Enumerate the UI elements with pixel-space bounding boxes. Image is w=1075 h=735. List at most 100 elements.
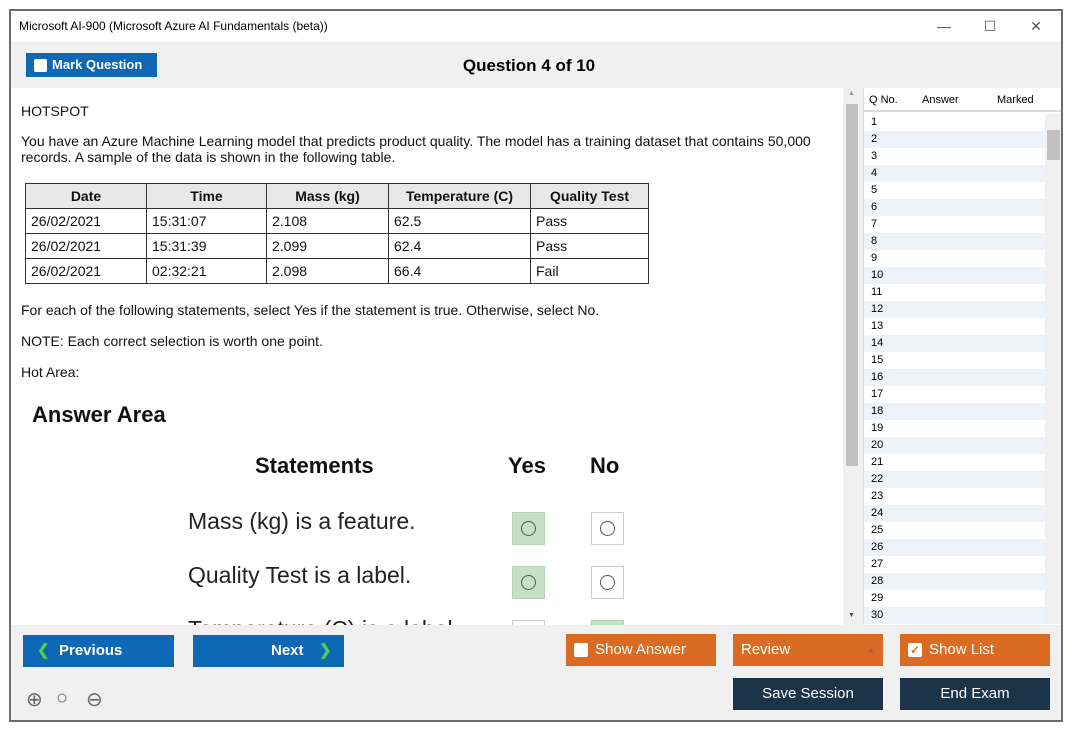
table-header: Time — [146, 183, 267, 209]
previous-label: Previous — [59, 642, 123, 659]
list-scrollbar[interactable] — [1045, 114, 1061, 624]
close-button[interactable]: ✕ — [1013, 11, 1059, 42]
hot-area-label: Hot Area: — [21, 364, 80, 380]
list-item[interactable]: 30 — [864, 607, 1045, 624]
header-marked: Marked — [997, 94, 1034, 106]
next-label: Next — [271, 642, 304, 659]
show-answer-label: Show Answer — [595, 641, 686, 658]
list-item[interactable]: 3 — [864, 148, 1045, 165]
previous-button[interactable]: ❮ Previous — [23, 635, 174, 667]
table-cell: 15:31:07 — [146, 208, 267, 234]
list-item[interactable]: 26 — [864, 539, 1045, 556]
zoom-in-icon[interactable]: ⊕ — [26, 687, 43, 712]
header-qno: Q No. — [869, 94, 898, 106]
no-radio[interactable] — [591, 566, 624, 599]
caret-up-icon: ▲ — [866, 645, 875, 655]
list-item[interactable]: 9 — [864, 250, 1045, 267]
review-dropdown[interactable]: Review ▲ — [733, 634, 883, 666]
table-cell: Fail — [530, 258, 649, 284]
list-item[interactable]: 17 — [864, 386, 1045, 403]
show-list-label: Show List — [929, 641, 995, 658]
table-cell: Pass — [530, 208, 649, 234]
yes-header: Yes — [508, 453, 546, 478]
statements-header: Statements — [255, 453, 374, 478]
table-header: Date — [25, 183, 147, 209]
table-cell: 66.4 — [388, 258, 531, 284]
list-item[interactable]: 7 — [864, 216, 1045, 233]
instruction-text: For each of the following statements, se… — [21, 302, 600, 318]
question-list: Q No. Answer Marked 1 2 3 4 5 6 7 8 9 10 11 12 13 14 1… — [863, 88, 1061, 625]
statement-text: Temperature (C) is a label. — [188, 616, 459, 625]
yes-radio[interactable] — [512, 566, 545, 599]
list-item[interactable]: 11 — [864, 284, 1045, 301]
show-answer-button[interactable]: Show Answer — [566, 634, 716, 666]
radio-circle-icon — [600, 575, 615, 590]
list-item[interactable]: 4 — [864, 165, 1045, 182]
list-scrollbar-thumb[interactable] — [1047, 130, 1060, 160]
list-item[interactable]: 10 — [864, 267, 1045, 284]
list-item[interactable]: 12 — [864, 301, 1045, 318]
header-answer: Answer — [922, 94, 959, 106]
list-item[interactable]: 23 — [864, 488, 1045, 505]
table-cell: 26/02/2021 — [25, 233, 147, 259]
table-header: Mass (kg) — [266, 183, 389, 209]
list-item[interactable]: 24 — [864, 505, 1045, 522]
list-item[interactable]: 15 — [864, 352, 1045, 369]
list-item[interactable]: 25 — [864, 522, 1045, 539]
table-cell: 15:31:39 — [146, 233, 267, 259]
table-cell: 26/02/2021 — [25, 258, 147, 284]
question-scrollbar[interactable]: ▲ ▼ — [844, 88, 861, 625]
table-row: 26/02/2021 15:31:07 2.108 62.5 Pass — [25, 208, 649, 234]
question-intro: You have an Azure Machine Learning model… — [21, 133, 811, 165]
no-header: No — [590, 453, 620, 478]
title-bar: Microsoft AI-900 (Microsoft Azure AI Fun… — [11, 11, 1061, 42]
save-session-button[interactable]: Save Session — [733, 678, 883, 710]
list-item[interactable]: 8 — [864, 233, 1045, 250]
list-item[interactable]: 6 — [864, 199, 1045, 216]
list-header: Q No. Answer Marked — [864, 88, 1061, 112]
scroll-up-icon[interactable]: ▲ — [848, 90, 855, 97]
list-item[interactable]: 20 — [864, 437, 1045, 454]
list-item[interactable]: 5 — [864, 182, 1045, 199]
list-item[interactable]: 21 — [864, 454, 1045, 471]
table-cell: 26/02/2021 — [25, 208, 147, 234]
list-item[interactable]: 13 — [864, 318, 1045, 335]
table-cell: 62.4 — [388, 233, 531, 259]
table-cell: 2.108 — [266, 208, 389, 234]
list-item[interactable]: 14 — [864, 335, 1045, 352]
answer-area-title: Answer Area — [32, 402, 166, 427]
zoom-reset-icon[interactable]: ○ — [56, 687, 68, 710]
table-header: Quality Test — [530, 183, 649, 209]
table-cell: Pass — [530, 233, 649, 259]
list-item[interactable]: 1 — [864, 114, 1045, 131]
end-exam-button[interactable]: End Exam — [900, 678, 1050, 710]
table-cell: 2.098 — [266, 258, 389, 284]
note-text: NOTE: Each correct selection is worth on… — [21, 333, 323, 349]
list-item[interactable]: 28 — [864, 573, 1045, 590]
yes-radio[interactable] — [512, 512, 545, 545]
table-cell: 02:32:21 — [146, 258, 267, 284]
list-item[interactable]: 27 — [864, 556, 1045, 573]
minimize-button[interactable]: — — [921, 11, 967, 42]
list-item[interactable]: 2 — [864, 131, 1045, 148]
list-item[interactable]: 16 — [864, 369, 1045, 386]
scrollbar-thumb[interactable] — [846, 104, 858, 466]
maximize-button[interactable]: ☐ — [967, 11, 1013, 42]
list-item[interactable]: 22 — [864, 471, 1045, 488]
list-item[interactable]: 29 — [864, 590, 1045, 607]
zoom-out-icon[interactable]: ⊖ — [86, 687, 103, 712]
show-list-toggle[interactable]: ✓ Show List — [900, 634, 1050, 666]
question-type: HOTSPOT — [21, 103, 89, 119]
list-item[interactable]: 19 — [864, 420, 1045, 437]
table-cell: 62.5 — [388, 208, 531, 234]
radio-circle-icon — [521, 575, 536, 590]
toolbar: Mark Question Question 4 of 10 — [11, 42, 1061, 88]
table-row: 26/02/2021 02:32:21 2.098 66.4 Fail — [25, 258, 649, 284]
list-item[interactable]: 18 — [864, 403, 1045, 420]
radio-circle-icon — [600, 521, 615, 536]
radio-circle-icon — [521, 521, 536, 536]
scroll-down-icon[interactable]: ▼ — [848, 612, 855, 619]
table-header: Temperature (C) — [388, 183, 531, 209]
next-button[interactable]: Next ❯ — [193, 635, 344, 667]
no-radio[interactable] — [591, 512, 624, 545]
